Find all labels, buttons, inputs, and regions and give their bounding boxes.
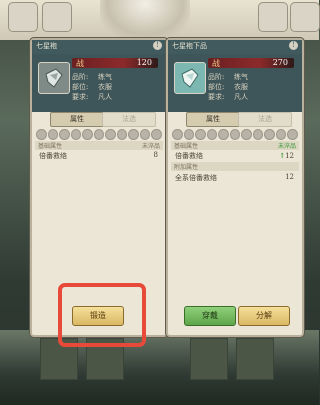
gem-slot-icon[interactable] [82,129,93,140]
panel-header: 七星袍 ! [32,40,166,54]
gem-slot-icon[interactable] [172,129,183,140]
gem-slot-icon[interactable] [47,129,59,140]
tab-bar: 属性 法选 [172,112,298,127]
tab-skills[interactable]: 法选 [102,112,156,127]
gem-slot-icon[interactable] [183,129,195,140]
highlight-box [58,283,146,347]
gem-slot-icon[interactable] [93,129,105,140]
top-slot-1[interactable] [8,2,38,32]
gem-slot-icon[interactable] [206,129,218,140]
item-title: 七星袍下品 [172,42,207,50]
power-bar: 战 270 [208,58,294,68]
gem-slot-icon[interactable] [116,129,128,140]
gem-slot-icon[interactable] [229,129,241,140]
gem-slot-icon[interactable] [105,129,116,140]
tab-attributes[interactable]: 属性 [186,112,240,127]
robe-icon[interactable] [38,62,70,94]
tab-attributes[interactable]: 属性 [50,112,104,127]
power-value: 270 [272,58,288,67]
info-icon[interactable]: ! [289,41,298,50]
gem-slot-icon[interactable] [287,129,299,140]
gem-slot-icon[interactable] [151,129,163,140]
power-label: 战 [212,59,220,68]
item-title: 七星袍 [36,42,57,50]
gem-slot-icon[interactable] [275,129,287,140]
gem-slots [36,129,163,140]
gem-slot-icon[interactable] [218,129,229,140]
panel-header: 七星袍下品 ! [168,40,302,54]
power-bar: 战 120 [72,58,158,68]
power-value: 120 [136,58,152,67]
gem-slot-icon[interactable] [139,129,151,140]
top-slot-4[interactable] [290,2,320,32]
robe-icon[interactable] [174,62,206,94]
stat-slot: 部位: 衣服 [72,83,112,91]
dismantle-button[interactable]: 分解 [238,306,290,326]
gem-slot-icon[interactable] [264,129,275,140]
attribute-row: 倍番救络 8 [39,151,158,160]
tab-skills[interactable]: 法选 [238,112,292,127]
bottom-slot-4[interactable] [236,338,274,380]
power-label: 战 [76,59,84,68]
gem-slot-icon[interactable] [36,129,47,140]
gem-slot-icon[interactable] [59,129,70,140]
equip-button[interactable]: 穿戴 [184,306,236,326]
item-summary: 战 270 品阶: 练气 部位: 衣服 要求: 凡人 [168,54,302,112]
tab-bar: 属性 法选 [36,112,162,127]
attribute-row: 全系倍番救络 12 [175,173,294,182]
info-icon[interactable]: ! [153,41,162,50]
section-basic: 基础属性 未淬品 [35,141,163,150]
gem-slot-icon[interactable] [195,129,206,140]
gem-slot-icon[interactable] [70,129,82,140]
stat-requirement: 要求: 凡人 [208,93,248,101]
stat-rank: 品阶: 练气 [72,73,112,81]
item-summary: 战 120 品阶: 练气 部位: 衣服 要求: 凡人 [32,54,166,112]
top-slot-2[interactable] [42,2,72,32]
stat-rank: 品阶: 练气 [208,73,248,81]
character-figure [100,0,190,40]
gem-slot-icon[interactable] [252,129,264,140]
gem-slots [172,129,299,140]
gem-slot-icon[interactable] [128,129,139,140]
attribute-row: 倍番救络 ↑12 [175,151,294,160]
section-basic: 基础属性 未淬品 [171,141,299,150]
stat-slot: 部位: 衣服 [208,83,248,91]
section-extra: 附加属性 [171,162,299,171]
new-item-panel: 七星袍下品 ! 战 270 品阶:练气 部位:衣服 要求:凡人 属性 法选 [166,38,304,337]
stat-requirement: 要求: 凡人 [72,93,112,101]
top-slot-3[interactable] [258,2,288,32]
bottom-slot-3[interactable] [190,338,228,380]
gem-slot-icon[interactable] [241,129,252,140]
